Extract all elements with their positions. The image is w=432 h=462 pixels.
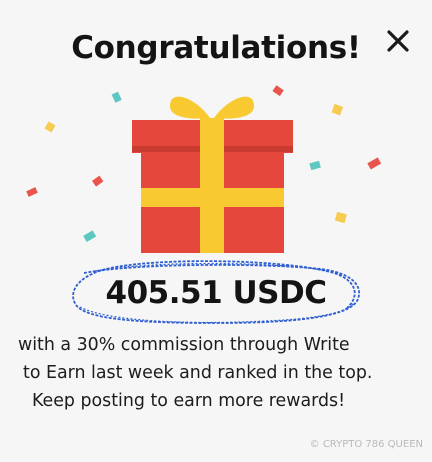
description-line: Keep posting to earn more rewards! (32, 391, 346, 411)
reward-popup: Congratulations! 405.51 USDC with a 30% … (0, 0, 432, 462)
watermark: © CRYPTO 786 QUEEN (310, 439, 423, 450)
popup-title: Congratulations! (71, 30, 361, 66)
reward-amount: 405.51 USDC (105, 275, 327, 311)
gift-box-icon (26, 85, 382, 253)
close-icon[interactable] (383, 26, 413, 56)
copyright-icon: © (309, 439, 320, 450)
amount-highlight: 405.51 USDC (66, 257, 366, 329)
description-line: to Earn last week and ranked in the top. (23, 363, 373, 383)
description-line: with a 30% commission through Write (18, 335, 350, 355)
watermark-text: CRYPTO 786 QUEEN (322, 439, 423, 450)
reward-description: with a 30% commission through Write to E… (18, 331, 428, 415)
